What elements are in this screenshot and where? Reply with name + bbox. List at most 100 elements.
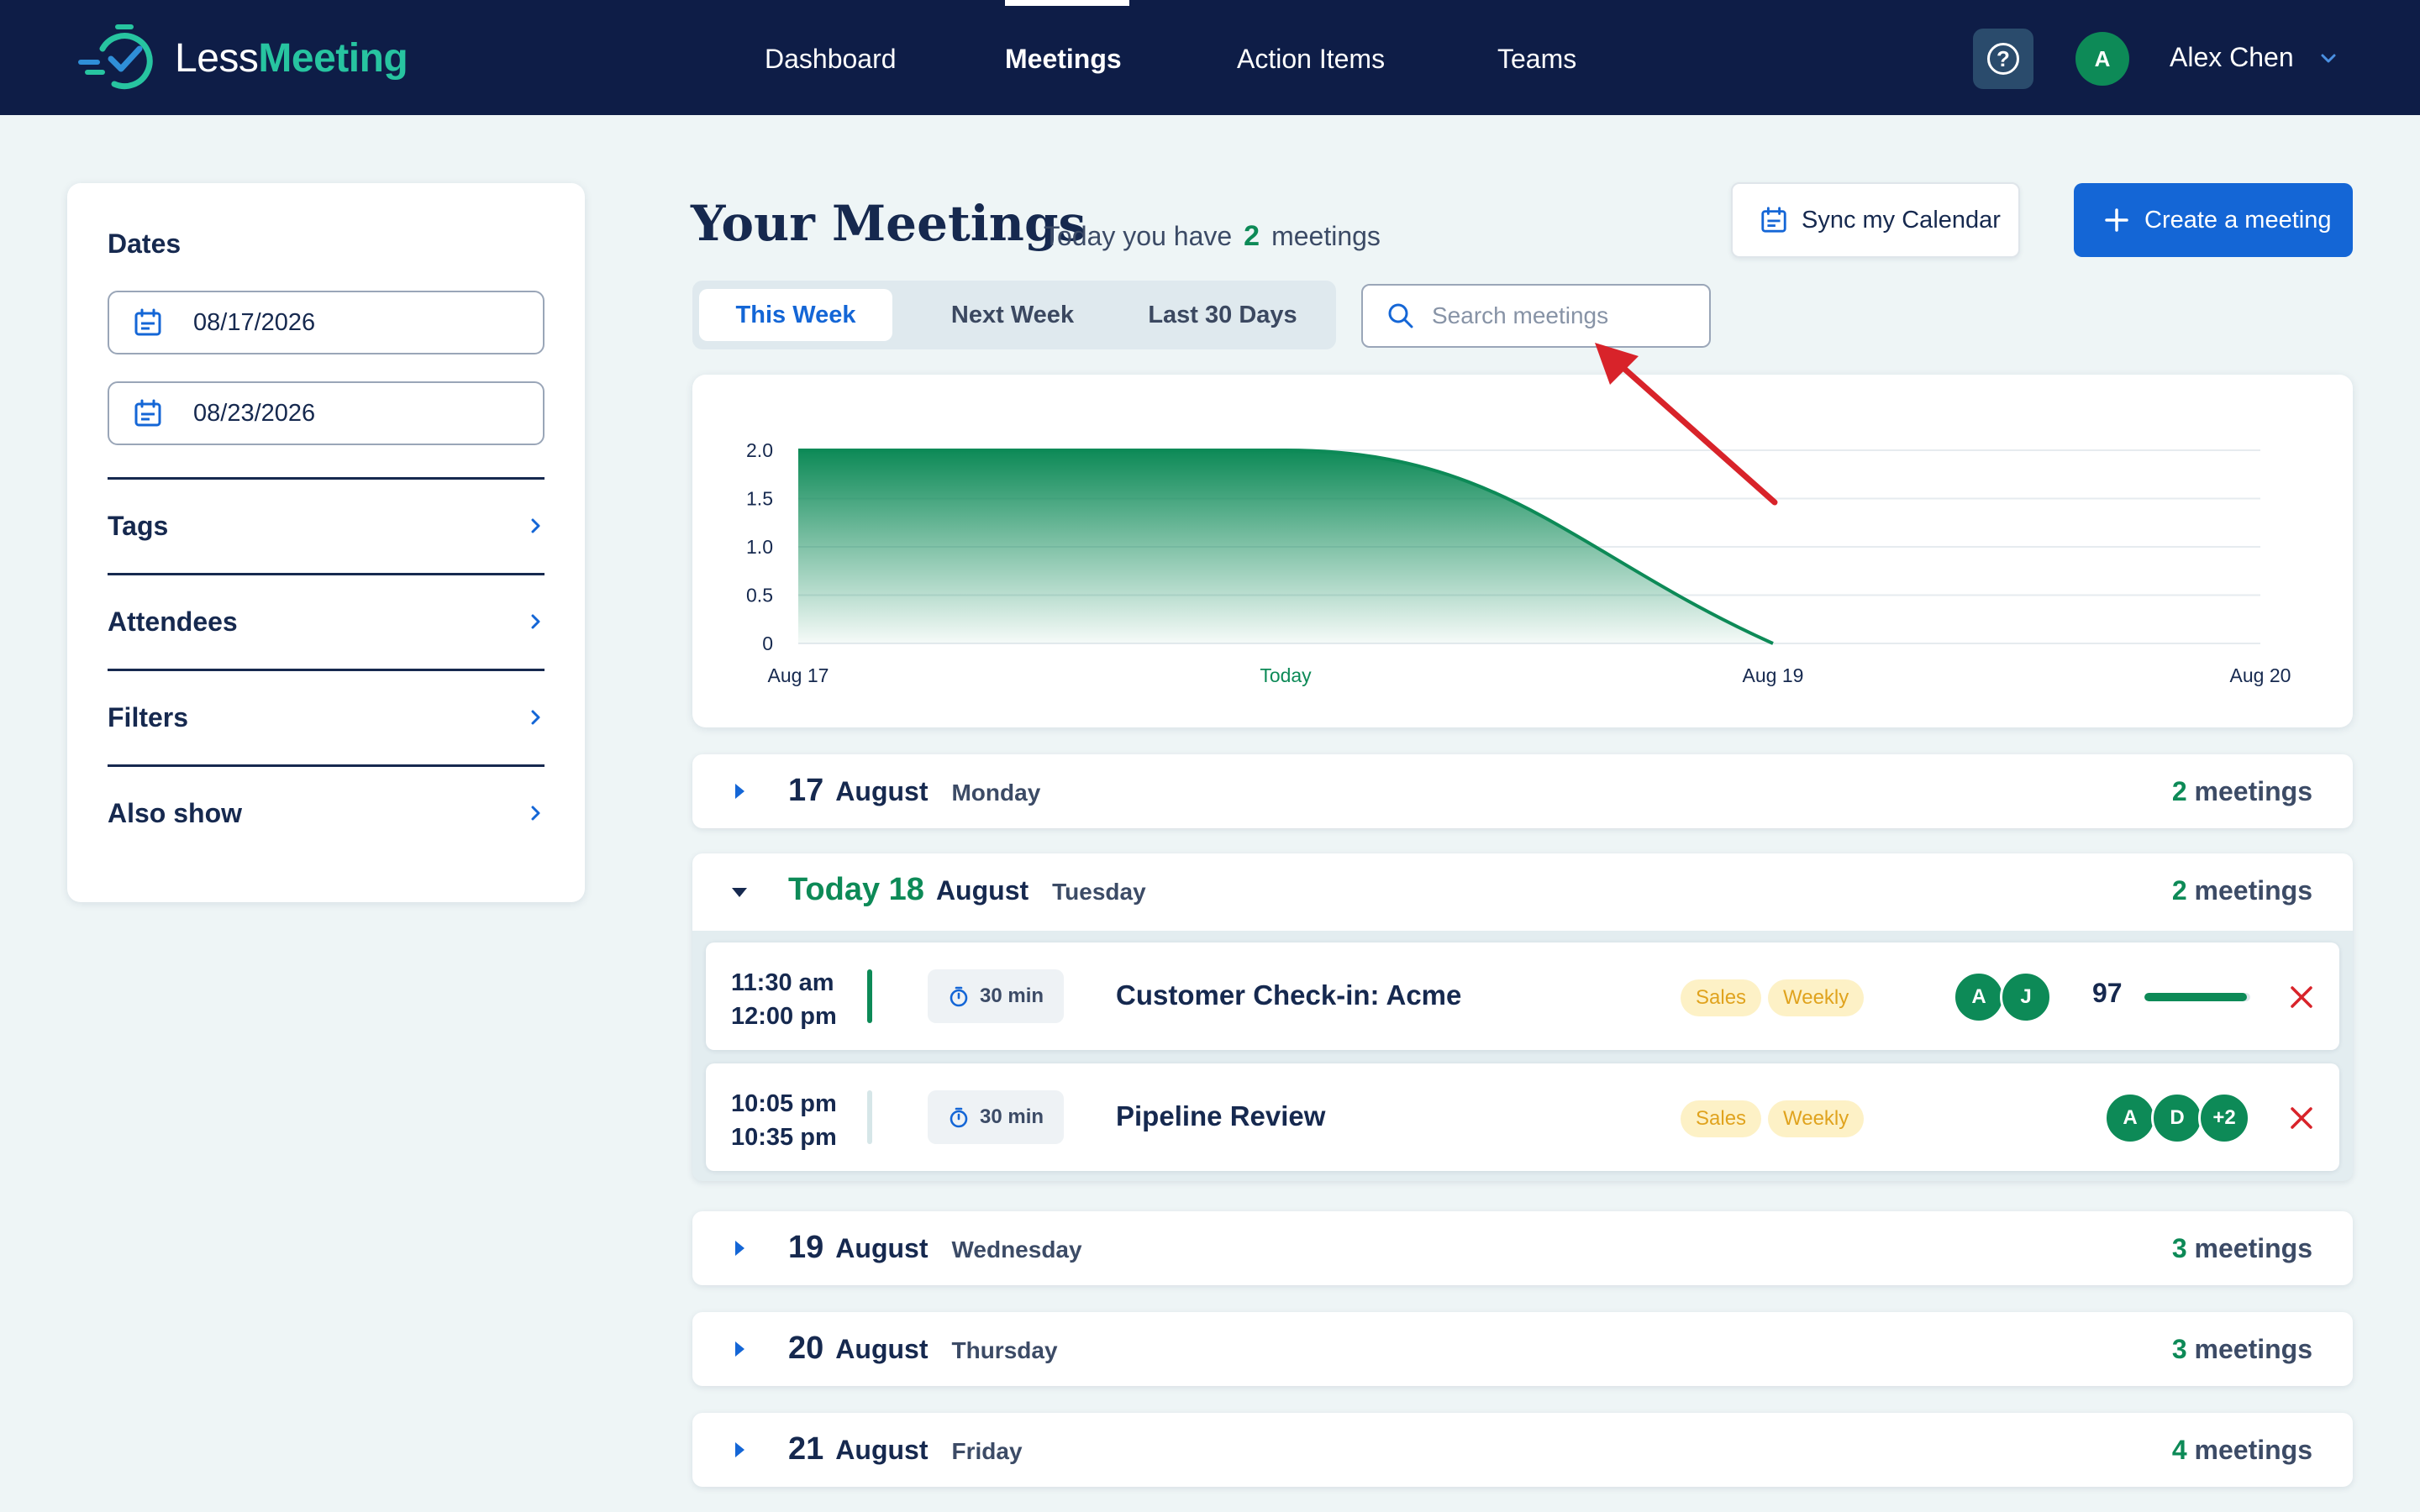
period-tabs: This Week Next Week Last 30 Days: [692, 281, 1336, 349]
attendee-avatar[interactable]: D: [2151, 1092, 2203, 1144]
meeting-title[interactable]: Pipeline Review: [1116, 1100, 1325, 1132]
logo-less: Less: [175, 35, 259, 81]
start-date-field[interactable]: 08/17/2026: [108, 291, 544, 354]
count-number: 3: [2171, 1334, 2187, 1364]
duration-label: 30 min: [979, 1105, 1044, 1128]
end-date-field[interactable]: 08/23/2026: [108, 381, 544, 445]
count-number: 2: [2171, 776, 2187, 806]
sidebar-section-attendees[interactable]: Attendees: [108, 596, 544, 647]
create-meeting-button[interactable]: Create a meeting: [2074, 183, 2353, 257]
logo-meeting: Meeting: [258, 35, 408, 81]
meeting-start: 11:30 am: [731, 969, 834, 996]
day-number: 18: [888, 872, 924, 907]
duration-label: 30 min: [979, 984, 1044, 1007]
help-button[interactable]: ?: [1973, 29, 2033, 89]
day-number: 19: [788, 1230, 824, 1265]
filter-sidebar: Dates 08/17/2026 08/23/2026 Tags Attende…: [67, 183, 585, 902]
x-tick-label: Aug 17: [768, 664, 829, 686]
tab-next-week[interactable]: Next Week: [914, 289, 1111, 341]
day-row-21[interactable]: 21 August Friday 4 meetings: [692, 1413, 2353, 1487]
search-input[interactable]: [1432, 302, 1709, 329]
stopwatch-icon: [950, 1107, 968, 1128]
divider: [108, 764, 544, 767]
top-nav: LessMeeting Dashboard Meetings Action It…: [0, 0, 2420, 115]
sync-calendar-button[interactable]: Sync my Calendar: [1731, 182, 2020, 258]
chevron-down-icon[interactable]: [2319, 49, 2338, 67]
attendee-avatar[interactable]: A: [2104, 1092, 2156, 1144]
tag-sales[interactable]: Sales: [1681, 979, 1762, 1016]
day-meeting-count: 4 meetings: [2172, 1435, 2312, 1466]
sidebar-section-filters[interactable]: Filters: [108, 692, 544, 743]
logo-wordmark: LessMeeting: [175, 35, 408, 81]
day-month: August: [935, 875, 1029, 906]
day-meeting-count: 2 meetings: [2172, 875, 2312, 906]
score-progress-fill: [2144, 993, 2248, 1001]
user-avatar[interactable]: A: [2075, 32, 2129, 86]
nav-link-action-items[interactable]: Action Items: [1237, 44, 1385, 75]
meeting-score: 97: [2092, 978, 2123, 1008]
nav-link-teams[interactable]: Teams: [1497, 44, 1576, 75]
caret-down-icon[interactable]: [729, 882, 750, 902]
caret-right-icon[interactable]: [729, 1440, 750, 1460]
sync-calendar-label: Sync my Calendar: [1802, 206, 2001, 234]
day-month: August: [835, 776, 929, 806]
sidebar-section-label: Also show: [108, 797, 243, 828]
meeting-row[interactable]: 10:05 pm 10:35 pm 30 min Pipeline Review …: [706, 1063, 2339, 1171]
day-meeting-count: 3 meetings: [2172, 1334, 2312, 1365]
logo-check-clock-icon: [78, 24, 153, 90]
day-row-19[interactable]: 19 August Wednesday 3 meetings: [692, 1211, 2353, 1285]
sidebar-section-also-show[interactable]: Also show: [108, 788, 544, 838]
y-tick-label: 1.5: [746, 488, 773, 510]
sidebar-section-tags[interactable]: Tags: [108, 501, 544, 551]
nav-link-dashboard[interactable]: Dashboard: [765, 44, 897, 75]
meeting-row[interactable]: 11:30 am 12:00 pm 30 min Customer Check-i…: [706, 942, 2339, 1050]
close-icon[interactable]: [2289, 1105, 2314, 1131]
tag-weekly[interactable]: Weekly: [1768, 979, 1865, 1016]
tag-weekly[interactable]: Weekly: [1768, 1100, 1865, 1137]
app-logo[interactable]: LessMeeting: [77, 24, 408, 92]
duration-badge: 30 min: [928, 969, 1064, 1023]
day-date: 21 August Friday: [788, 1431, 1023, 1467]
tab-last-30-days[interactable]: Last 30 Days: [1121, 289, 1324, 341]
close-icon[interactable]: [2289, 984, 2314, 1010]
chevron-right-icon: [531, 806, 540, 821]
x-tick-label: Today: [1260, 664, 1312, 686]
attendee-avatar[interactable]: J: [2000, 971, 2052, 1023]
caret-right-icon[interactable]: [729, 781, 750, 801]
day-date: Today 18 August Tuesday: [788, 872, 1146, 908]
user-name[interactable]: Alex Chen: [2170, 42, 2294, 73]
y-tick-label: 1.0: [746, 536, 773, 558]
today-summary: Today you have 2 meetings: [1044, 220, 1381, 253]
chevron-right-icon: [531, 710, 540, 725]
meeting-time: 11:30 am 12:00 pm: [731, 966, 837, 1033]
attendee-avatar[interactable]: A: [1953, 971, 2005, 1023]
count-number: 4: [2171, 1435, 2187, 1465]
count-label: meetings: [2194, 1233, 2312, 1263]
calendar-icon: [134, 308, 161, 336]
tag-sales[interactable]: Sales: [1681, 1100, 1762, 1137]
day-month: August: [835, 1435, 929, 1465]
day-row-17[interactable]: 17 August Monday 2 meetings: [692, 754, 2353, 828]
day-weekday: Friday: [951, 1438, 1023, 1464]
meeting-title[interactable]: Customer Check-in: Acme: [1116, 979, 1461, 1011]
day-row-20[interactable]: 20 August Thursday 3 meetings: [692, 1312, 2353, 1386]
chevron-right-icon: [531, 614, 540, 629]
caret-right-icon[interactable]: [729, 1238, 750, 1258]
count-label: meetings: [2194, 1435, 2312, 1465]
nav-active-indicator: [1005, 0, 1129, 6]
day-number: 21: [788, 1431, 824, 1467]
day-weekday: Tuesday: [1052, 879, 1146, 905]
stopwatch-icon: [950, 986, 968, 1007]
end-date-value: 08/23/2026: [193, 399, 316, 427]
calendar-icon: [134, 399, 161, 427]
create-meeting-label: Create a meeting: [2144, 206, 2332, 234]
caret-right-icon[interactable]: [729, 1339, 750, 1359]
count-number: 2: [2171, 875, 2187, 906]
attendee-more-avatar[interactable]: +2: [2198, 1092, 2250, 1144]
sidebar-section-label: Attendees: [108, 606, 238, 637]
nav-link-meetings[interactable]: Meetings: [1005, 44, 1122, 75]
day-number: 17: [788, 773, 824, 808]
meeting-status-bar: [867, 969, 872, 1023]
day-row-18[interactable]: Today 18 August Tuesday 2 meetings: [692, 853, 2353, 931]
tab-this-week[interactable]: This Week: [699, 289, 892, 341]
